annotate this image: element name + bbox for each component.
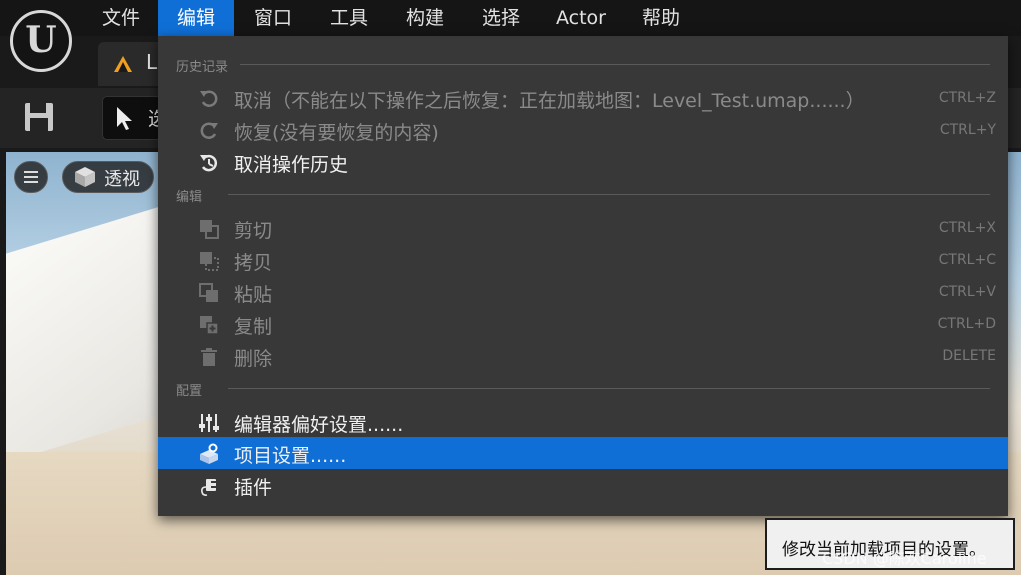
menu-item-shortcut: CTRL+Y xyxy=(939,122,996,138)
menu-item-plugins[interactable]: 插件 xyxy=(158,469,1008,501)
menu-item-shortcut: CTRL+X xyxy=(938,220,996,236)
undo-icon xyxy=(200,90,218,107)
menu-actor[interactable]: Actor xyxy=(544,0,618,36)
viewport-perspective-label: 透视 xyxy=(104,169,140,190)
menu-item-label: 插件 xyxy=(234,477,273,499)
menu-select[interactable]: 选择 xyxy=(466,0,536,36)
section-header-edit: 编辑 xyxy=(176,190,203,205)
section-divider xyxy=(228,194,990,195)
cut-icon xyxy=(200,220,219,239)
menu-item-label: 剪切 xyxy=(234,220,273,242)
menu-bar: 文件 编辑 窗口 工具 构建 选择 Actor 帮助 xyxy=(0,0,1021,36)
level-icon xyxy=(114,56,132,72)
copy-icon xyxy=(200,252,219,271)
menu-item-label: 取消操作历史 xyxy=(234,154,349,176)
section-header-config: 配置 xyxy=(176,384,203,399)
menu-item-undo-history[interactable]: 取消操作历史 xyxy=(158,146,1008,178)
redo-icon xyxy=(200,122,218,139)
menu-item-label: 项目设置...... xyxy=(234,445,347,467)
duplicate-icon xyxy=(200,316,219,335)
cursor-select-icon xyxy=(117,107,132,130)
menu-item-duplicate[interactable]: 复制 CTRL+D xyxy=(158,308,1008,340)
menu-item-label: 复制 xyxy=(234,316,273,338)
menu-item-label: 恢复(没有要恢复的内容) xyxy=(234,122,439,144)
menu-item-paste[interactable]: 粘贴 CTRL+V xyxy=(158,276,1008,308)
level-tab-label: L xyxy=(146,50,158,74)
menu-item-shortcut: CTRL+D xyxy=(937,316,996,332)
menu-item-shortcut: CTRL+V xyxy=(938,284,996,300)
cube-icon xyxy=(75,167,95,187)
menu-item-copy[interactable]: 拷贝 CTRL+C xyxy=(158,244,1008,276)
save-icon[interactable] xyxy=(22,100,56,134)
section-header-history: 历史记录 xyxy=(176,60,229,75)
project-settings-icon xyxy=(200,443,218,464)
sliders-icon xyxy=(199,414,219,432)
plugin-icon xyxy=(201,479,217,496)
menu-tools[interactable]: 工具 xyxy=(314,0,384,36)
menu-file[interactable]: 文件 xyxy=(88,0,154,36)
paste-icon xyxy=(199,283,218,302)
unreal-logo-icon[interactable]: U xyxy=(10,10,72,72)
menu-item-shortcut: CTRL+Z xyxy=(938,90,996,106)
viewport-menu-button[interactable] xyxy=(14,161,48,193)
menu-item-editor-preferences[interactable]: 编辑器偏好设置...... xyxy=(158,406,1008,438)
watermark: CSDN @陈欢Caroline xyxy=(822,549,987,568)
menu-item-shortcut: DELETE xyxy=(942,348,996,364)
undo-history-icon xyxy=(200,154,218,172)
menu-item-project-settings[interactable]: 项目设置...... xyxy=(158,437,1008,469)
menu-item-undo[interactable]: 取消（不能在以下操作之后恢复：正在加载地图：Level_Test.umap...… xyxy=(158,82,1008,114)
section-divider xyxy=(240,64,990,65)
edit-menu-dropdown: 历史记录 取消（不能在以下操作之后恢复：正在加载地图：Level_Test.um… xyxy=(158,36,1008,516)
hamburger-icon xyxy=(24,171,38,173)
menu-item-redo[interactable]: 恢复(没有要恢复的内容) CTRL+Y xyxy=(158,114,1008,146)
menu-item-label: 取消（不能在以下操作之后恢复：正在加载地图：Level_Test.umap...… xyxy=(234,90,865,112)
menu-edit[interactable]: 编辑 xyxy=(158,0,234,36)
menu-item-label: 拷贝 xyxy=(234,252,273,274)
section-divider xyxy=(228,388,990,389)
menu-item-shortcut: CTRL+C xyxy=(938,252,996,268)
menu-item-label: 编辑器偏好设置...... xyxy=(234,414,404,436)
menu-item-delete[interactable]: 删除 DELETE xyxy=(158,340,1008,372)
menu-item-label: 删除 xyxy=(234,348,273,370)
trash-icon xyxy=(201,348,217,366)
menu-item-cut[interactable]: 剪切 CTRL+X xyxy=(158,212,1008,244)
menu-help[interactable]: 帮助 xyxy=(626,0,696,36)
menu-item-label: 粘贴 xyxy=(234,284,273,306)
menu-build[interactable]: 构建 xyxy=(390,0,460,36)
menu-window[interactable]: 窗口 xyxy=(238,0,308,36)
